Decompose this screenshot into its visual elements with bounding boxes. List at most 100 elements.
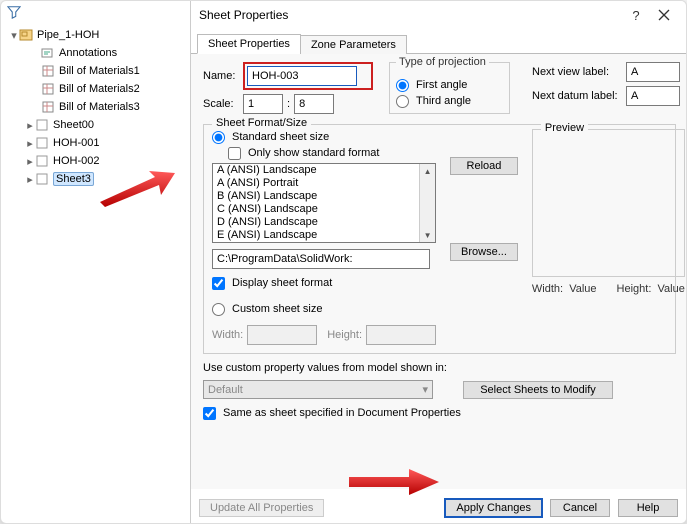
custom-height-label: Height: xyxy=(327,329,362,341)
sheet-icon xyxy=(35,136,49,150)
tree-item-sheet00[interactable]: ▸ Sheet00 xyxy=(7,116,190,134)
tree-item-label: HOH-001 xyxy=(53,137,99,149)
sheet-format-group-title: Sheet Format/Size xyxy=(212,117,311,129)
scale-numerator-input[interactable] xyxy=(243,94,283,114)
scroll-up-icon[interactable]: ▲ xyxy=(420,164,435,178)
tree-item-label: HOH-002 xyxy=(53,155,99,167)
sheet-icon xyxy=(35,118,49,132)
list-item[interactable]: C (ANSI) Landscape xyxy=(213,203,435,216)
sheet-format-group: Sheet Format/Size Standard sheet size On… xyxy=(203,124,676,354)
tree-item-label: Sheet00 xyxy=(53,119,94,131)
scrollbar[interactable]: ▲ ▼ xyxy=(419,164,435,242)
list-item[interactable]: A (ANSI) Landscape xyxy=(213,164,435,177)
name-label: Name: xyxy=(203,70,243,82)
cancel-button[interactable]: Cancel xyxy=(550,499,610,517)
format-path-input[interactable] xyxy=(212,249,430,269)
feature-tree-panel: ▾ Pipe_1-HOH Annotations Bill of Materia… xyxy=(1,1,191,523)
sheet-icon xyxy=(35,172,49,186)
tree-item-bom3[interactable]: Bill of Materials3 xyxy=(7,98,190,116)
list-item[interactable]: B (ANSI) Landscape xyxy=(213,190,435,203)
preview-title: Preview xyxy=(541,122,588,134)
tree-item-bom1[interactable]: Bill of Materials1 xyxy=(7,62,190,80)
custom-prop-label: Use custom property values from model sh… xyxy=(203,362,676,374)
tree-root[interactable]: ▾ Pipe_1-HOH xyxy=(7,26,190,44)
custom-width-input xyxy=(247,325,317,345)
bom-icon xyxy=(41,82,55,96)
name-input[interactable] xyxy=(247,66,357,86)
tree-item-bom2[interactable]: Bill of Materials2 xyxy=(7,80,190,98)
reload-button[interactable]: Reload xyxy=(450,157,518,175)
only-standard-checkbox[interactable] xyxy=(228,147,241,160)
tab-sheet-properties[interactable]: Sheet Properties xyxy=(197,34,301,54)
tree-item-annotations[interactable]: Annotations xyxy=(7,44,190,62)
filter-icon[interactable] xyxy=(7,5,21,19)
preview-height-label: Height: xyxy=(617,283,652,295)
twisty-icon[interactable]: ▸ xyxy=(25,137,35,150)
custom-height-input xyxy=(366,325,436,345)
bom-icon xyxy=(41,64,55,78)
scale-denominator-input[interactable] xyxy=(294,94,334,114)
scale-label: Scale: xyxy=(203,98,243,110)
format-listbox[interactable]: A (ANSI) Landscape A (ANSI) Portrait B (… xyxy=(212,163,436,243)
list-item[interactable]: A (ANSI) Portrait xyxy=(213,177,435,190)
list-item[interactable]: D (ANSI) Landscape xyxy=(213,216,435,229)
next-view-input[interactable] xyxy=(626,62,680,82)
sheet-icon xyxy=(35,154,49,168)
third-angle-radio[interactable] xyxy=(396,95,409,108)
tree-item-hoh001[interactable]: ▸ HOH-001 xyxy=(7,134,190,152)
bom-icon xyxy=(41,100,55,114)
next-datum-label: Next datum label: xyxy=(532,90,622,102)
tree-item-label: Bill of Materials2 xyxy=(59,83,140,95)
next-view-label: Next view label: xyxy=(532,66,622,78)
update-all-button: Update All Properties xyxy=(199,499,324,517)
browse-button[interactable]: Browse... xyxy=(450,243,518,261)
twisty-icon[interactable]: ▾ xyxy=(9,29,19,42)
display-format-label: Display sheet format xyxy=(232,277,332,289)
tree-item-sheet3[interactable]: ▸ Sheet3 xyxy=(7,170,190,188)
projection-group-title: Type of projection xyxy=(396,56,489,68)
custom-prop-value: Default xyxy=(208,384,243,396)
tree-item-label: Annotations xyxy=(59,47,117,59)
help-button[interactable]: ? xyxy=(622,4,650,26)
next-datum-input[interactable] xyxy=(626,86,680,106)
tree-item-label: Bill of Materials1 xyxy=(59,65,140,77)
same-as-label: Same as sheet specified in Document Prop… xyxy=(223,407,461,419)
third-angle-label: Third angle xyxy=(416,95,471,107)
annotations-icon xyxy=(41,46,55,60)
tree-item-label: Bill of Materials3 xyxy=(59,101,140,113)
tree-item-label: Sheet3 xyxy=(53,172,94,186)
select-sheets-button[interactable]: Select Sheets to Modify xyxy=(463,381,613,399)
help-button[interactable]: Help xyxy=(618,499,678,517)
custom-prop-dropdown: Default ▾ xyxy=(203,380,433,399)
twisty-icon[interactable]: ▸ xyxy=(25,119,35,132)
drawing-icon xyxy=(19,28,33,42)
twisty-icon[interactable]: ▸ xyxy=(25,173,35,186)
dialog-title: Sheet Properties xyxy=(199,8,622,22)
custom-size-radio[interactable] xyxy=(212,303,225,316)
tree-root-label: Pipe_1-HOH xyxy=(37,29,99,41)
same-as-checkbox[interactable] xyxy=(203,407,216,420)
preview-width-label: Width: xyxy=(532,283,563,295)
standard-size-radio[interactable] xyxy=(212,131,225,144)
first-angle-radio[interactable] xyxy=(396,79,409,92)
custom-size-label: Custom sheet size xyxy=(232,303,322,315)
display-format-checkbox[interactable] xyxy=(212,277,225,290)
preview-width-value: Value xyxy=(569,283,596,295)
preview-area: Preview xyxy=(532,129,685,277)
chevron-down-icon: ▾ xyxy=(422,383,428,396)
twisty-icon[interactable]: ▸ xyxy=(25,155,35,168)
list-item[interactable]: E (ANSI) Landscape xyxy=(213,229,435,242)
list-item[interactable]: A0 (ANSI) Landscape xyxy=(213,242,435,243)
projection-group: Type of projection First angle Third ang… xyxy=(389,62,510,114)
standard-size-label: Standard sheet size xyxy=(232,131,329,143)
tab-zone-parameters[interactable]: Zone Parameters xyxy=(300,35,407,54)
only-standard-label: Only show standard format xyxy=(248,147,379,159)
apply-changes-button[interactable]: Apply Changes xyxy=(445,499,542,517)
scroll-down-icon[interactable]: ▼ xyxy=(420,228,435,242)
scale-separator: : xyxy=(287,98,290,110)
tree-item-hoh002[interactable]: ▸ HOH-002 xyxy=(7,152,190,170)
close-button[interactable] xyxy=(650,4,678,26)
close-icon xyxy=(658,9,670,21)
preview-height-value: Value xyxy=(658,283,685,295)
custom-width-label: Width: xyxy=(212,329,243,341)
